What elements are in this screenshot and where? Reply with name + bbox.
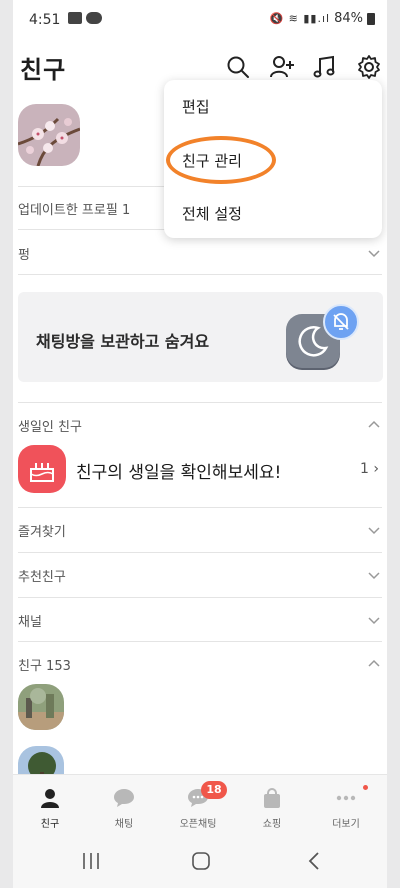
friend-photo — [18, 684, 64, 730]
chevron-up-icon[interactable] — [367, 657, 381, 671]
friend-avatar[interactable] — [18, 684, 64, 730]
divider — [18, 641, 382, 642]
nav-chats[interactable]: 채팅 — [87, 775, 161, 837]
channel-label[interactable]: 채널 — [18, 611, 42, 630]
friends-count-label[interactable]: 친구 153 — [18, 655, 71, 674]
favorites-label[interactable]: 즐겨찾기 — [18, 521, 66, 540]
archive-chat-banner[interactable]: 채팅방을 보관하고 숨겨요 — [18, 292, 383, 382]
system-nav-bar — [13, 836, 387, 888]
highlight-annotation-ring — [166, 136, 276, 184]
chevron-up-icon[interactable] — [367, 418, 381, 432]
nav-shopping[interactable]: 쇼핑 — [235, 775, 309, 837]
nav-label: 오픈채팅 — [179, 819, 217, 830]
bottom-nav: 친구 채팅 18 오픈채팅 쇼핑 더보기 — [13, 774, 387, 837]
page-title: 친구 — [20, 56, 67, 84]
pyeong-label[interactable]: 펑 — [18, 244, 30, 263]
banner-text: 채팅방을 보관하고 숨겨요 — [36, 332, 210, 351]
divider — [18, 402, 382, 403]
status-bar: 4:51 🔇 ≋ ▮▮.ıl 84% — [13, 0, 387, 38]
nav-label: 채팅 — [114, 819, 134, 830]
recommended-friends-label[interactable]: 추천친구 — [18, 566, 66, 585]
bell-off-icon — [323, 304, 359, 340]
nav-label: 친구 — [40, 819, 60, 830]
status-notification-icons — [68, 12, 102, 24]
nav-label: 더보기 — [332, 819, 360, 830]
nav-more[interactable]: 더보기 — [309, 775, 383, 837]
recent-apps-icon[interactable] — [81, 852, 101, 870]
shopping-bag-icon — [264, 788, 280, 808]
search-icon[interactable] — [225, 54, 251, 80]
divider — [18, 274, 382, 275]
phone-screen: 4:51 🔇 ≋ ▮▮.ıl 84% 친구 업데이트한 프로필 1 펑 채팅방을… — [13, 0, 387, 888]
status-time: 4:51 — [29, 12, 61, 28]
talk-notification-icon — [86, 12, 102, 24]
divider — [18, 552, 382, 553]
birthday-cake-icon — [18, 445, 66, 493]
settings-gear-icon[interactable] — [356, 54, 382, 80]
more-icon — [336, 795, 356, 801]
chevron-down-icon[interactable] — [367, 568, 381, 582]
nav-friends[interactable]: 친구 — [13, 775, 87, 837]
battery-percent: 84% — [334, 11, 363, 26]
status-right: 🔇 ≋ ▮▮.ıl 84% — [269, 11, 375, 26]
menu-item-edit[interactable]: 편집 — [182, 96, 210, 117]
signal-icons: 🔇 ≋ ▮▮.ıl — [269, 12, 331, 25]
open-chat-badge: 18 — [201, 781, 227, 799]
chevron-down-icon[interactable] — [367, 613, 381, 627]
home-icon[interactable] — [191, 851, 211, 871]
menu-item-all-settings[interactable]: 전체 설정 — [182, 203, 242, 224]
battery-icon — [367, 12, 375, 25]
divider — [18, 507, 382, 508]
plum-blossom-photo — [18, 104, 80, 166]
chevron-down-icon[interactable] — [367, 246, 381, 260]
chat-bubble-icon — [114, 789, 134, 807]
nav-label: 쇼핑 — [262, 819, 282, 830]
add-friend-icon[interactable] — [269, 54, 295, 80]
person-icon — [41, 789, 59, 808]
birthday-count[interactable]: 1 › — [360, 461, 379, 477]
birthday-section-label[interactable]: 생일인 친구 — [18, 416, 82, 435]
chevron-down-icon[interactable] — [367, 523, 381, 537]
birthday-cta-text[interactable]: 친구의 생일을 확인해보세요! — [76, 458, 281, 483]
back-icon[interactable] — [307, 852, 321, 870]
gallery-notification-icon — [68, 12, 82, 24]
updated-profile-label[interactable]: 업데이트한 프로필 1 — [18, 199, 130, 218]
more-dot-badge — [363, 785, 368, 790]
music-icon[interactable] — [312, 54, 338, 80]
my-profile-avatar[interactable] — [18, 104, 80, 166]
nav-open-chat[interactable]: 18 오픈채팅 — [161, 775, 235, 837]
divider — [18, 597, 382, 598]
